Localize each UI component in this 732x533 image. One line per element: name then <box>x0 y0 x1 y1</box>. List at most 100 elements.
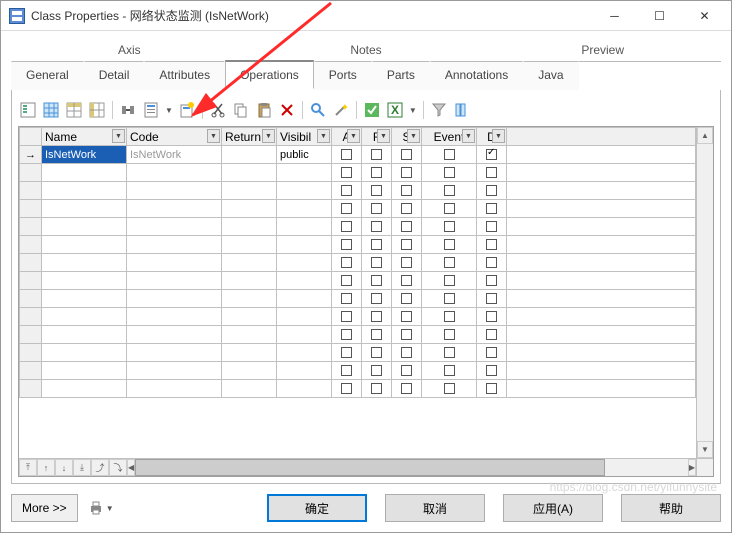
paste-icon[interactable] <box>254 100 274 120</box>
checkbox[interactable] <box>444 347 455 358</box>
tab-ports[interactable]: Ports <box>314 61 372 90</box>
checkbox[interactable] <box>401 365 412 376</box>
help-button[interactable]: 帮助 <box>621 494 721 522</box>
checkbox[interactable] <box>341 365 352 376</box>
row-selector[interactable]: → <box>20 146 42 164</box>
scroll-down-button[interactable]: ▼ <box>697 441 713 458</box>
dropdown-icon[interactable]: ▼ <box>462 129 475 143</box>
checkbox[interactable] <box>401 149 412 160</box>
nav-bottom[interactable]: ⤵ <box>109 459 127 476</box>
cut-icon[interactable] <box>208 100 228 120</box>
col-f[interactable]: F▼ <box>362 128 392 146</box>
row-selector[interactable] <box>20 344 42 362</box>
checkbox[interactable] <box>444 365 455 376</box>
stub-tab-notes[interactable]: Notes <box>248 39 485 61</box>
checkbox[interactable] <box>341 221 352 232</box>
find-icon[interactable] <box>308 100 328 120</box>
checkbox[interactable] <box>341 149 352 160</box>
dropdown-icon[interactable]: ▼ <box>112 129 125 143</box>
col-a[interactable]: A▼ <box>332 128 362 146</box>
scroll-left-button[interactable]: ◀ <box>127 459 135 476</box>
checkbox[interactable] <box>341 167 352 178</box>
row-selector[interactable] <box>20 218 42 236</box>
checkbox[interactable] <box>401 203 412 214</box>
tab-annotations[interactable]: Annotations <box>430 61 523 90</box>
cell-f[interactable] <box>362 146 392 164</box>
tab-detail[interactable]: Detail <box>84 61 145 90</box>
checkbox[interactable] <box>401 293 412 304</box>
wand-icon[interactable] <box>331 100 351 120</box>
grid-icon-1[interactable] <box>41 100 61 120</box>
table-row[interactable] <box>20 344 696 362</box>
cell-s[interactable] <box>392 146 422 164</box>
checkbox[interactable] <box>371 329 382 340</box>
nav-up[interactable]: ↑ <box>37 459 55 476</box>
table-row[interactable] <box>20 308 696 326</box>
checkbox[interactable] <box>486 167 497 178</box>
checkbox[interactable] <box>486 257 497 268</box>
checkbox[interactable] <box>371 185 382 196</box>
checkbox[interactable] <box>444 311 455 322</box>
checkbox[interactable] <box>444 239 455 250</box>
nav-top[interactable]: ⤴ <box>91 459 109 476</box>
row-selector[interactable] <box>20 362 42 380</box>
checkbox[interactable] <box>486 383 497 394</box>
checkbox[interactable] <box>371 365 382 376</box>
copy-icon[interactable] <box>231 100 251 120</box>
col-name[interactable]: Name▼ <box>42 128 127 146</box>
dropdown-icon[interactable]: ▼ <box>262 129 275 143</box>
checkbox[interactable] <box>341 383 352 394</box>
funnel-icon[interactable] <box>429 100 449 120</box>
nav-down[interactable]: ↓ <box>55 459 73 476</box>
grid-icon-2[interactable] <box>64 100 84 120</box>
checkbox[interactable] <box>371 383 382 394</box>
checkbox[interactable] <box>486 203 497 214</box>
table-row[interactable] <box>20 200 696 218</box>
row-header-corner[interactable] <box>20 128 42 146</box>
stub-tab-axis[interactable]: Axis <box>11 39 248 61</box>
cell-code[interactable]: IsNetWork <box>127 146 222 164</box>
checkbox[interactable] <box>444 329 455 340</box>
checkbox[interactable] <box>401 311 412 322</box>
columns-icon[interactable] <box>452 100 472 120</box>
table-row[interactable] <box>20 182 696 200</box>
row-selector[interactable] <box>20 290 42 308</box>
checkbox[interactable] <box>341 257 352 268</box>
checkbox[interactable] <box>486 221 497 232</box>
delete-icon[interactable] <box>277 100 297 120</box>
checkbox[interactable] <box>371 149 382 160</box>
table-row[interactable] <box>20 326 696 344</box>
excel-icon[interactable]: X <box>385 100 405 120</box>
dropdown-icon[interactable]: ▼ <box>207 129 220 143</box>
maximize-button[interactable]: ☐ <box>637 1 682 30</box>
checkbox[interactable] <box>486 293 497 304</box>
checkbox[interactable] <box>401 239 412 250</box>
cancel-button[interactable]: 取消 <box>385 494 485 522</box>
checkbox[interactable] <box>371 311 382 322</box>
ok-button[interactable]: 确定 <box>267 494 367 522</box>
checkbox[interactable] <box>486 239 497 250</box>
checkbox[interactable] <box>371 203 382 214</box>
table-row[interactable] <box>20 380 696 398</box>
col-s[interactable]: S▼ <box>392 128 422 146</box>
scroll-right-button[interactable]: ▶ <box>688 459 696 476</box>
checkbox[interactable] <box>444 383 455 394</box>
checkbox[interactable] <box>401 347 412 358</box>
row-selector[interactable] <box>20 308 42 326</box>
checkbox[interactable] <box>444 275 455 286</box>
row-selector[interactable] <box>20 182 42 200</box>
dropdown-icon[interactable]: ▼ <box>377 129 390 143</box>
horizontal-scrollbar[interactable]: ◀ ▶ <box>127 459 696 476</box>
nav-first[interactable]: ⤒ <box>19 459 37 476</box>
checkbox[interactable] <box>401 275 412 286</box>
checkbox[interactable] <box>444 167 455 178</box>
link-icon[interactable] <box>118 100 138 120</box>
table-row[interactable] <box>20 218 696 236</box>
col-d[interactable]: D▼ <box>477 128 507 146</box>
col-event[interactable]: Event▼ <box>422 128 477 146</box>
checkbox[interactable] <box>341 203 352 214</box>
tab-java[interactable]: Java <box>523 61 578 90</box>
checkbox[interactable] <box>444 257 455 268</box>
checkbox[interactable] <box>341 293 352 304</box>
checkbox[interactable] <box>486 185 497 196</box>
